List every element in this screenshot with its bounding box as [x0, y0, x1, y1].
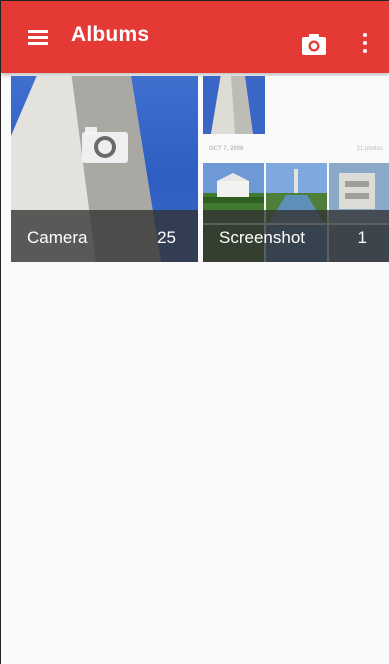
screenshot-thumbnail-monument — [203, 76, 265, 134]
more-vert-icon[interactable] — [353, 31, 377, 55]
album-name: Camera — [27, 228, 88, 247]
page-title: Albums — [71, 23, 150, 46]
screenshot-photos-label: 21 photos — [356, 146, 383, 152]
albums-screen: Albums Camera 25 OCT 7, 2008 21 photos S… — [0, 0, 389, 664]
screenshot-date: OCT 7, 2008 — [209, 146, 244, 152]
album-label-overlay: Camera 25 — [11, 210, 198, 262]
camera-placeholder-icon — [82, 127, 128, 163]
app-toolbar: Albums — [1, 1, 389, 73]
album-screenshot[interactable]: OCT 7, 2008 21 photos Screenshot 1 — [203, 76, 389, 262]
album-camera[interactable]: Camera 25 — [11, 76, 198, 262]
album-count: 25 — [157, 228, 176, 247]
album-name: Screenshot — [219, 228, 305, 247]
hamburger-menu-icon[interactable] — [25, 25, 51, 49]
album-label-overlay: Screenshot 1 — [203, 210, 389, 262]
camera-icon[interactable] — [301, 33, 327, 57]
album-count: 1 — [357, 228, 367, 247]
